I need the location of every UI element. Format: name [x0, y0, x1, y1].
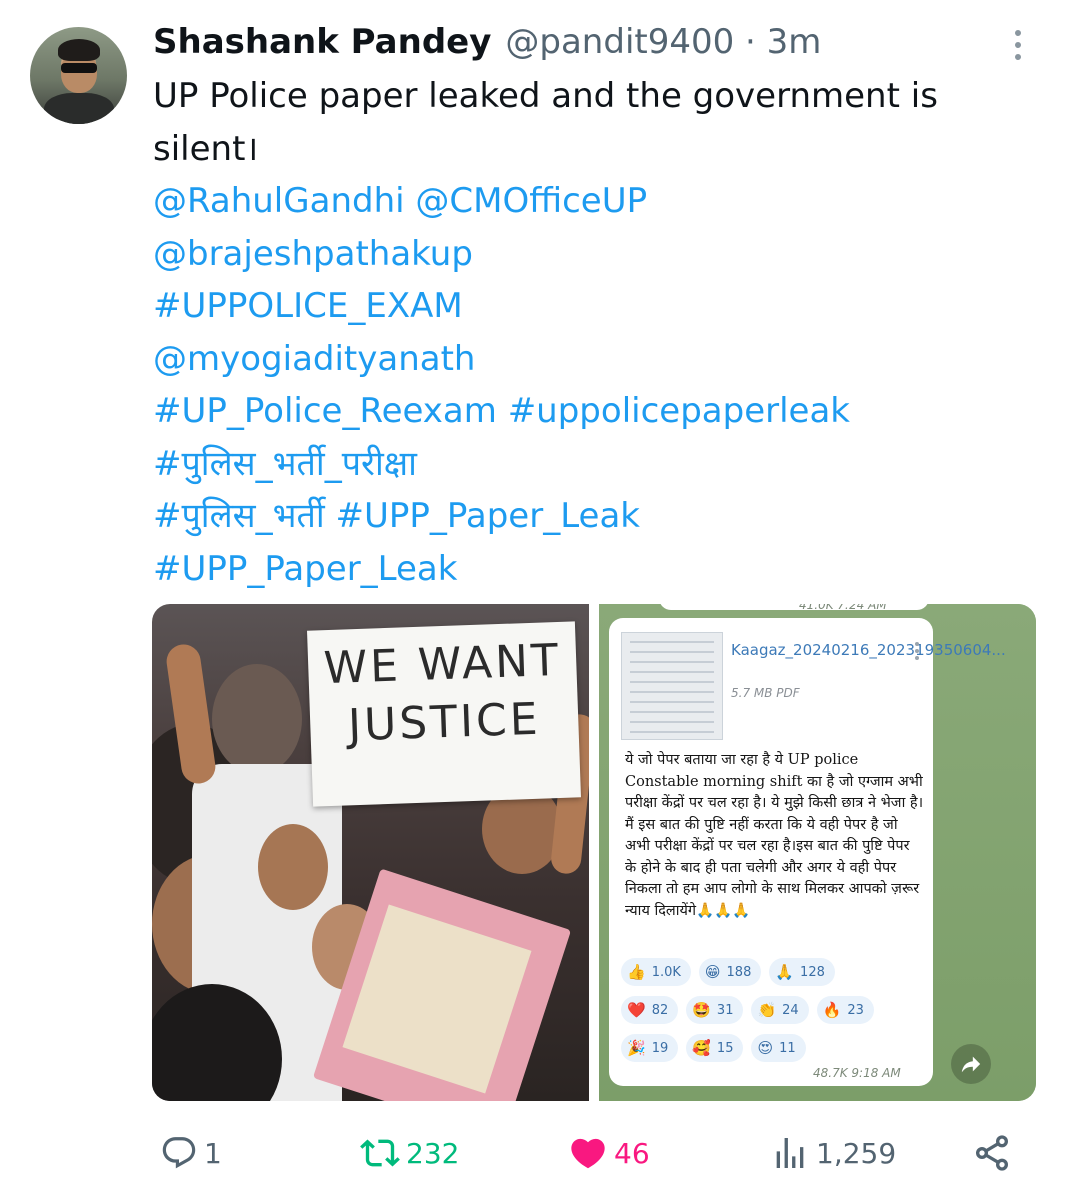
tweet-text-link-line[interactable]: #UPP_Paper_Leak [153, 543, 1033, 596]
reaction-emoji: 🙏 [775, 963, 795, 981]
reply-icon [162, 1137, 196, 1169]
reaction-chip[interactable]: 😁 188 [698, 958, 762, 986]
views-icon [776, 1138, 804, 1168]
tweet-text-link-line[interactable]: #पुलिस_भर्ती #UPP_Paper_Leak [153, 490, 1033, 543]
reaction-emoji: 🔥 [822, 1001, 842, 1019]
tweet-text-line: silent। [153, 128, 259, 169]
like-button[interactable]: 46 [568, 1128, 650, 1178]
heart-icon [571, 1138, 605, 1169]
media-grid[interactable]: WE WANT JUSTICE 41.0K 7:24 AM Kaagaz_2024… [152, 604, 1036, 1101]
tweet-header: Shashank Pandey @pandit9400 · 3m [153, 22, 821, 62]
share-button[interactable] [972, 1128, 1012, 1178]
reaction-chip[interactable]: 🔥 23 [816, 996, 874, 1024]
reaction-count: 31 [716, 1002, 734, 1018]
reaction-chip[interactable]: ❤️ 82 [621, 996, 679, 1024]
tweet-text-line: UP Police paper leaked and the governmen… [153, 76, 938, 116]
tweet-text-link-line[interactable]: @brajeshpathakup [153, 228, 1033, 281]
previous-message-bubble [659, 604, 929, 610]
reaction-chip[interactable]: 😍 11 [751, 1034, 806, 1062]
message-meta: 48.7K 9:18 AM [813, 1066, 901, 1080]
protest-sign: WE WANT JUSTICE [307, 621, 581, 807]
file-name[interactable]: Kaagaz_20240216_202319350604... [731, 640, 1006, 660]
reaction-count: 24 [782, 1002, 799, 1018]
share-icon [976, 1135, 1008, 1171]
reaction-count: 19 [651, 1040, 669, 1056]
reaction-emoji: 🥰 [692, 1039, 711, 1057]
forward-icon [961, 1056, 981, 1073]
forward-button[interactable] [951, 1044, 991, 1084]
face-shape [258, 824, 328, 910]
reaction-row: 🎉 19 🥰 15 😍 11 [621, 1034, 931, 1062]
reaction-count: 1.0K [651, 964, 681, 980]
reaction-count: 82 [651, 1002, 669, 1018]
reaction-count: 23 [847, 1002, 864, 1018]
avatar-hair-shape [58, 39, 100, 61]
reaction-count: 15 [716, 1040, 734, 1056]
retweet-button[interactable]: 232 [360, 1128, 459, 1178]
reaction-emoji: 👍 [627, 963, 646, 981]
file-menu-icon[interactable] [915, 642, 921, 663]
message-text: ये जो पेपर बताया जा रहा है ये UP police … [625, 752, 924, 919]
action-bar: 1 232 46 1,259 [0, 1128, 1066, 1178]
reaction-emoji: 👏 [757, 1001, 777, 1019]
reaction-chip[interactable]: 🎉 19 [621, 1034, 679, 1062]
tweet-text-link-line[interactable]: #UP_Police_Reexam #uppolicepaperleak [153, 385, 1033, 438]
author-name[interactable]: Shashank Pandey [153, 22, 491, 62]
reaction-chip[interactable]: 🥰 15 [686, 1034, 744, 1062]
file-size: 5.7 MB PDF [731, 686, 800, 700]
tweet-text-link-line[interactable]: @RahulGandhi @CMOfficeUP [153, 175, 1033, 228]
author-handle-time[interactable]: @pandit9400 · 3m [505, 22, 821, 62]
retweet-icon [360, 1139, 400, 1167]
tweet-text: UP Police paper leaked and the governmen… [153, 70, 1033, 595]
reaction-emoji: 🎉 [627, 1039, 646, 1057]
more-options-icon[interactable] [1008, 30, 1028, 64]
protest-sign-line: WE WANT [322, 634, 562, 695]
tweet-text-link-line[interactable]: #पुलिस_भर्ती_परीक्षा [153, 438, 1033, 491]
protest-sign-text: WE WANT JUSTICE [307, 631, 579, 756]
reaction-count: 11 [779, 1040, 796, 1056]
reaction-chip[interactable]: 👍 1.0K [621, 958, 691, 986]
protest-sign-line: JUSTICE [347, 693, 542, 752]
tweet-text-link-line[interactable]: @myogiadityanath [153, 333, 1033, 386]
crowd-shape [212, 664, 302, 774]
reaction-row: 👍 1.0K 😁 188 🙏 128 [621, 958, 931, 986]
reply-button[interactable]: 1 [160, 1128, 222, 1178]
reaction-row: ❤️ 82 🤩 31 👏 24 🔥 23 [621, 996, 931, 1024]
views-count: 1,259 [816, 1136, 897, 1170]
reactions: 👍 1.0K 😁 188 🙏 128 ❤️ 82 🤩 31 👏 24 🔥 23 🎉 19 🥰 15 😍 11 [621, 958, 931, 1072]
retweet-count: 232 [406, 1136, 460, 1170]
reaction-count: 188 [726, 964, 752, 980]
views-button[interactable]: 1,259 [770, 1128, 896, 1178]
reaction-count: 128 [800, 964, 825, 980]
reaction-chip[interactable]: 🤩 31 [686, 996, 744, 1024]
avatar-body-shape [44, 93, 114, 124]
reaction-emoji: 😍 [757, 1039, 774, 1057]
reaction-chip[interactable]: 👏 24 [751, 996, 809, 1024]
reaction-emoji: 🤩 [692, 1001, 711, 1019]
reply-count: 1 [204, 1136, 222, 1170]
like-count: 46 [614, 1136, 650, 1170]
author-avatar[interactable] [30, 27, 127, 124]
protest-photo[interactable]: WE WANT JUSTICE [152, 604, 589, 1101]
reaction-chip[interactable]: 🙏 128 [769, 958, 835, 986]
previous-message-meta: 41.0K 7:24 AM [799, 604, 887, 612]
avatar-sunglasses-shape [61, 63, 97, 73]
reaction-emoji: 😁 [704, 963, 721, 981]
pdf-thumbnail[interactable] [621, 632, 723, 740]
telegram-screenshot[interactable]: 41.0K 7:24 AM Kaagaz_20240216_2023193506… [599, 604, 1036, 1101]
tweet-text-link-line[interactable]: #UPPOLICE_EXAM [153, 280, 1033, 333]
reaction-emoji: ❤️ [627, 1001, 646, 1019]
message-bubble: Kaagaz_20240216_202319350604... 5.7 MB P… [609, 618, 1006, 1086]
